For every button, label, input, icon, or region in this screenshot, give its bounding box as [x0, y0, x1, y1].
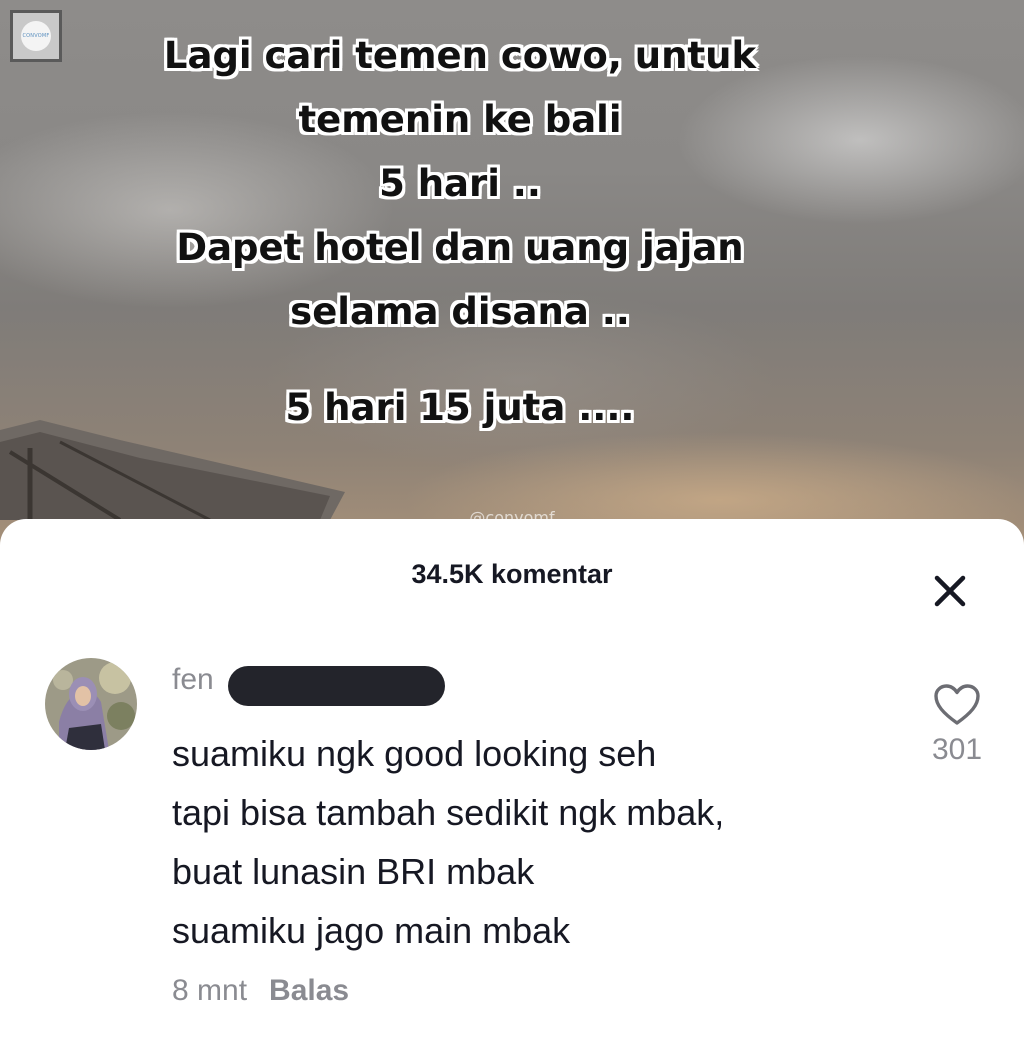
caption-line: 5 hari ..: [379, 162, 541, 205]
caption-line: Dapet hotel dan uang jajan: [176, 226, 744, 269]
comment-text: suamiku ngk good looking seh tapi bisa t…: [172, 724, 724, 960]
comment-line: tapi bisa tambah sedikit ngk mbak,: [172, 792, 725, 833]
caption-line: selama disana ..: [290, 290, 630, 333]
logo-badge: CONVOMF: [21, 21, 51, 51]
video-caption: Lagi cari temen cowo, untuk temenin ke b…: [100, 24, 820, 440]
caption-line: temenin ke bali: [298, 98, 622, 141]
heart-outline-icon: [934, 684, 980, 725]
close-button[interactable]: [928, 569, 972, 613]
comment-line: suamiku jago main mbak: [172, 910, 571, 951]
close-icon: [934, 575, 966, 607]
comment-username[interactable]: fen: [172, 663, 214, 697]
comment-meta: 8 mnt Balas: [172, 974, 349, 1008]
redacted-username-bar: [228, 666, 445, 706]
reply-button[interactable]: Balas: [269, 974, 349, 1008]
comment-line: suamiku ngk good looking seh: [172, 733, 657, 774]
channel-logo: CONVOMF: [10, 10, 62, 62]
comment-line: buat lunasin BRI mbak: [172, 851, 535, 892]
comments-sheet: 34.5K komentar fen suamiku ngk good look…: [0, 519, 1024, 1039]
caption-line: Lagi cari temen cowo, untuk: [163, 34, 757, 77]
avatar[interactable]: [45, 658, 137, 750]
caption-final-line: 5 hari 15 juta ....: [285, 386, 635, 429]
like-count: 301: [931, 733, 983, 766]
like-button[interactable]: 301: [924, 683, 990, 767]
comments-count-title: 34.5K komentar: [411, 559, 613, 589]
comment-timestamp: 8 mnt: [172, 974, 248, 1007]
